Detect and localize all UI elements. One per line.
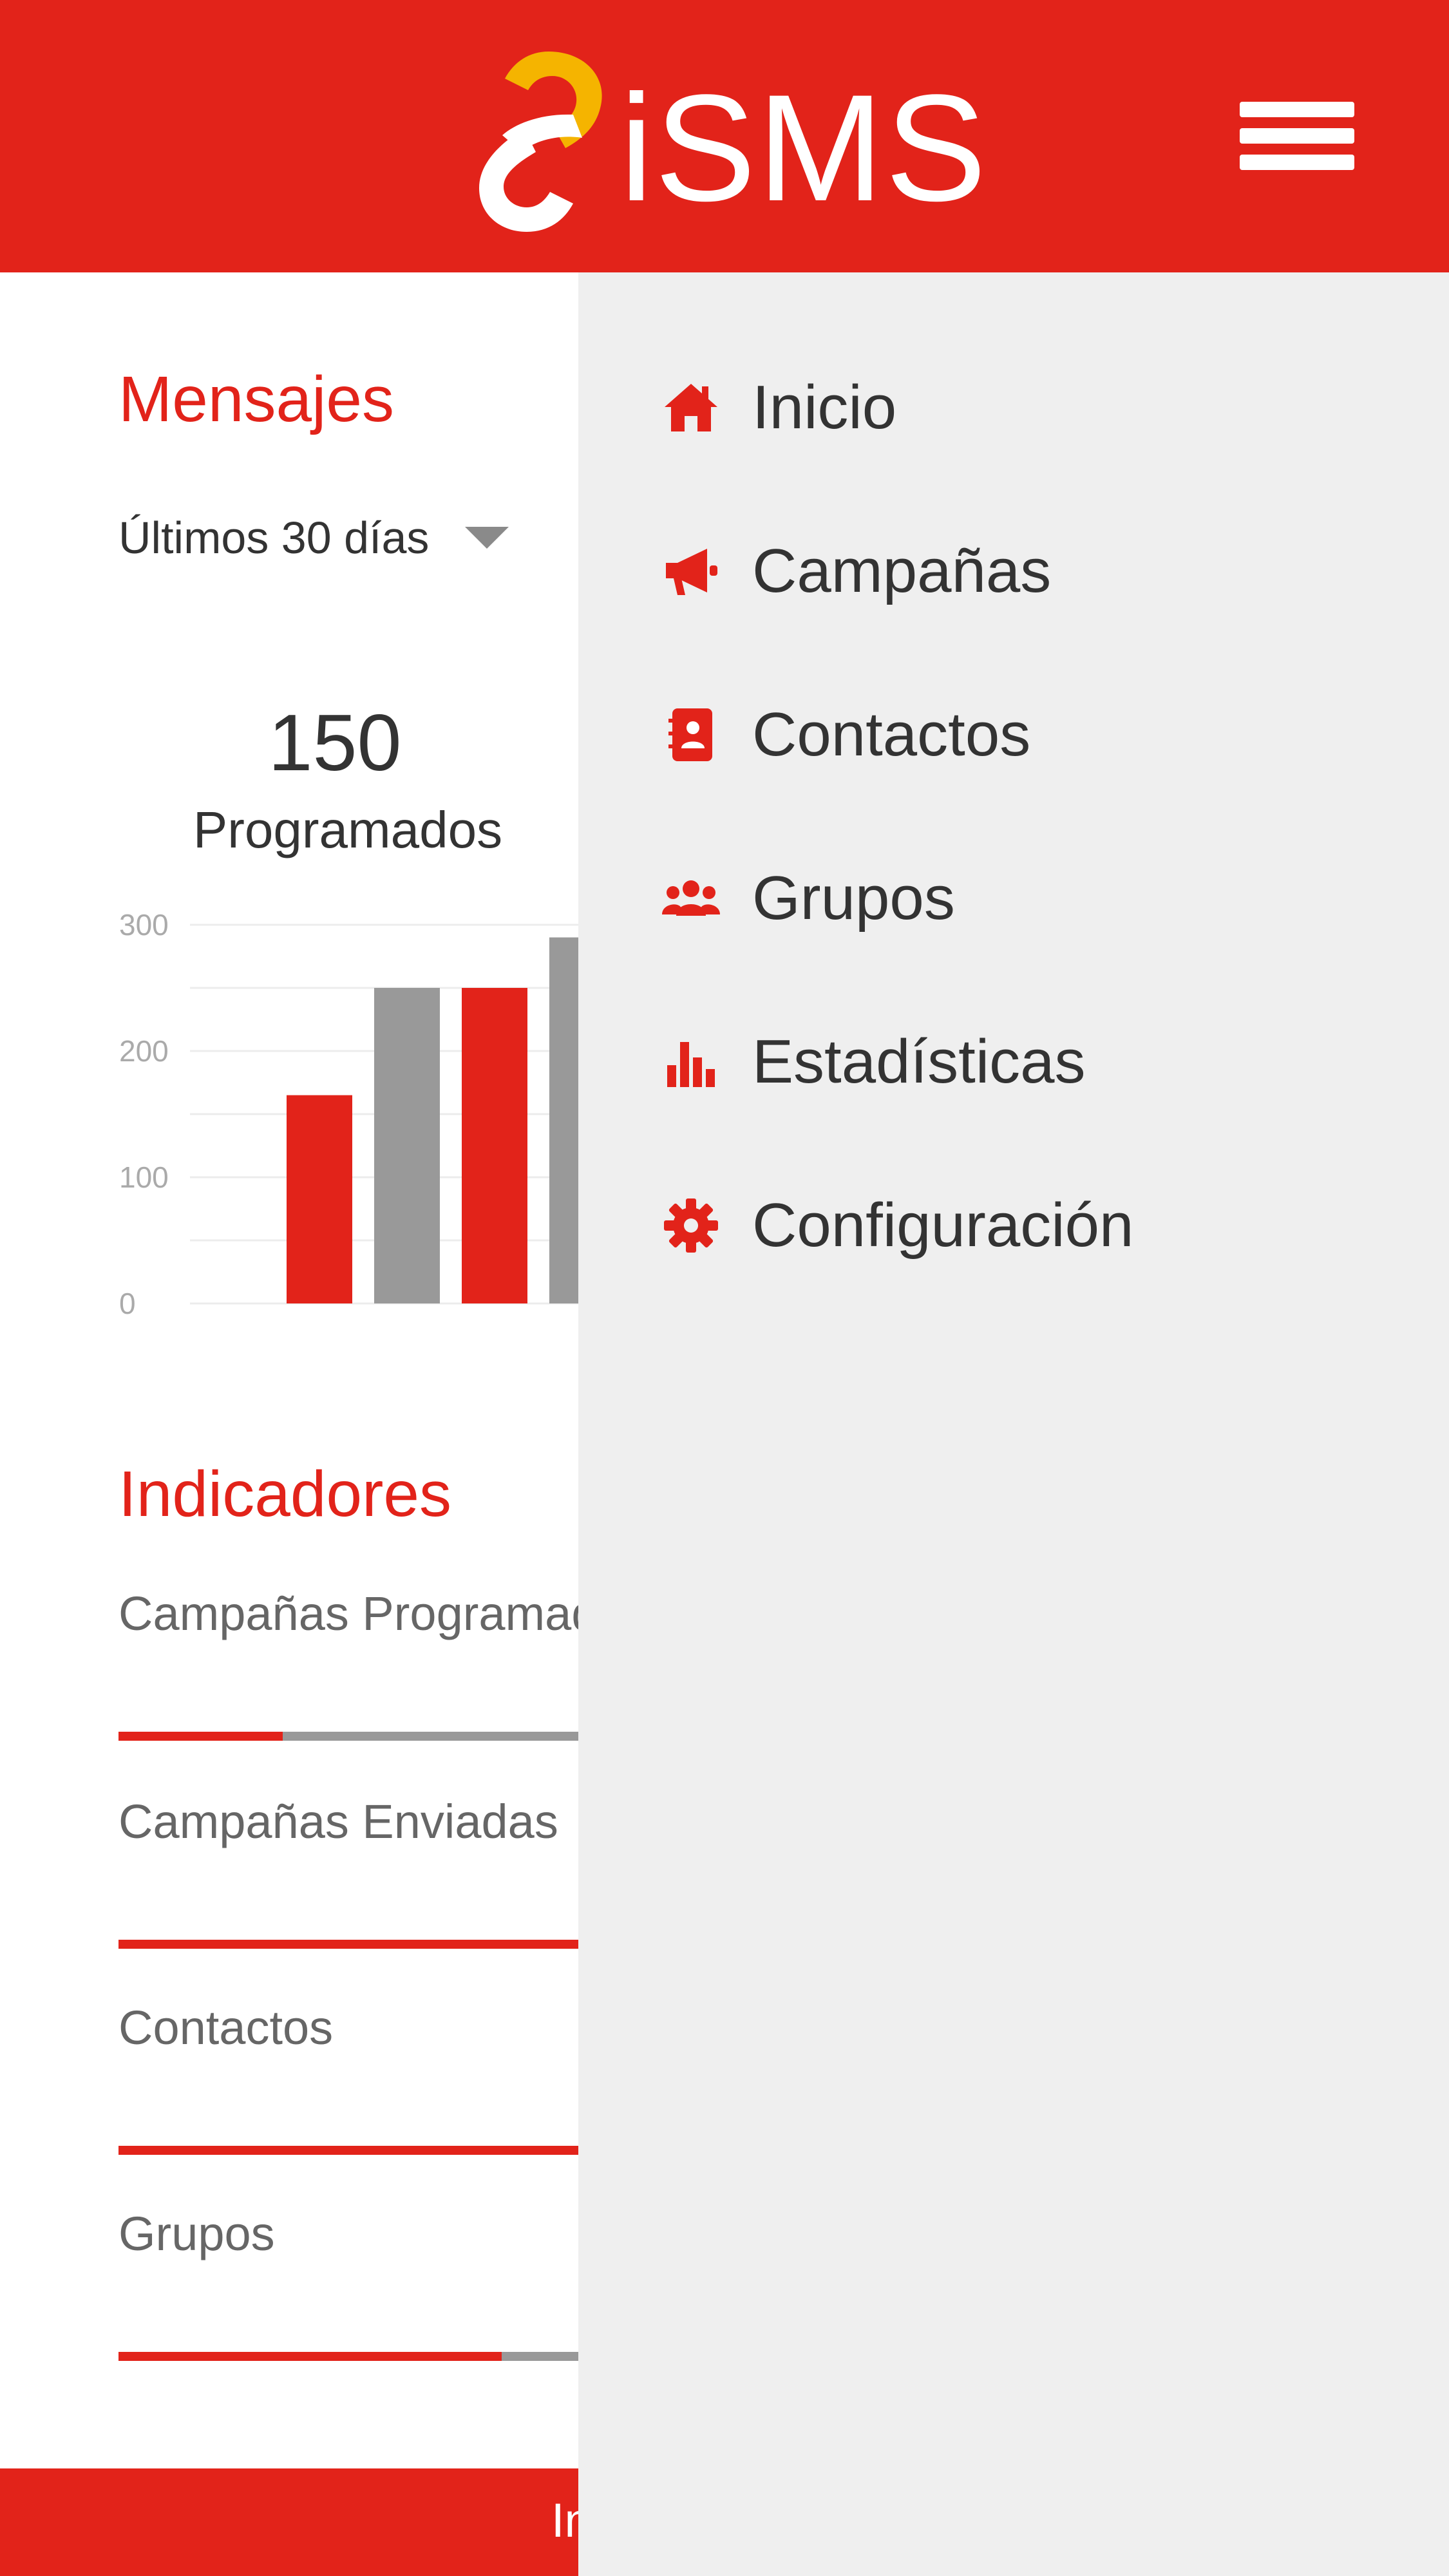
messages-title: Mensajes (118, 363, 394, 435)
indicators-title: Indicadores (118, 1458, 451, 1530)
hamburger-icon[interactable] (1240, 102, 1354, 170)
menu-label-estadisticas: Estadísticas (752, 1027, 1086, 1096)
bar-gray (549, 937, 580, 1303)
scheduled-label: Programados (193, 801, 503, 858)
date-range-label: Últimos 30 días (118, 513, 430, 563)
users-icon (662, 880, 720, 916)
indicator-label: Grupos (118, 2207, 275, 2260)
menu-item-configuracion[interactable]: Configuración (578, 1161, 1449, 1290)
menu-label-contactos: Contactos (752, 700, 1031, 769)
y-tick-label: 0 (119, 1287, 136, 1320)
chart-svg: 0 100 200 300 (119, 913, 580, 1320)
gear-icon (664, 1198, 718, 1253)
menu-label-inicio: Inicio (752, 373, 897, 442)
bar-gray (374, 988, 440, 1303)
menu-item-inicio[interactable]: Inicio (578, 343, 1449, 472)
y-tick-label: 300 (119, 913, 169, 942)
menu-item-contactos[interactable]: Contactos (578, 670, 1449, 799)
menu-label-campanas: Campañas (752, 536, 1052, 605)
bar-red (287, 1095, 352, 1303)
address-book-icon (668, 708, 712, 761)
indicator-label: Campañas Programadas (118, 1587, 649, 1640)
app-header: iSMS (0, 0, 1449, 272)
isms-logo[interactable]: iSMS (477, 52, 987, 232)
indicator-progress-fill (118, 1732, 283, 1741)
y-tick-label: 200 (119, 1034, 169, 1068)
megaphone-icon (666, 549, 717, 595)
bar-chart-icon (667, 1042, 715, 1087)
scheduled-count: 150 (268, 699, 402, 788)
date-range-select[interactable]: Últimos 30 días (118, 506, 509, 570)
menu-label-configuracion: Configuración (752, 1191, 1134, 1260)
logo-wordmark: iSMS (620, 63, 988, 233)
side-menu-drawer: Inicio Campañas Contactos Grupos Estadís… (578, 272, 1449, 2576)
chain-link-icon (479, 52, 602, 232)
home-icon (665, 384, 717, 431)
menu-item-grupos[interactable]: Grupos (578, 834, 1449, 963)
indicator-label: Contactos (118, 2001, 334, 2054)
menu-item-estadisticas[interactable]: Estadísticas (578, 998, 1449, 1126)
menu-label-grupos: Grupos (752, 864, 955, 933)
y-tick-label: 100 (119, 1160, 169, 1194)
indicator-progress-fill (118, 2352, 502, 2361)
messages-bar-chart: 0 100 200 300 (97, 913, 580, 1332)
menu-item-campanas[interactable]: Campañas (578, 507, 1449, 636)
bar-red (462, 988, 527, 1303)
caret-down-icon (465, 527, 509, 549)
indicator-label: Campañas Enviadas (118, 1795, 558, 1848)
